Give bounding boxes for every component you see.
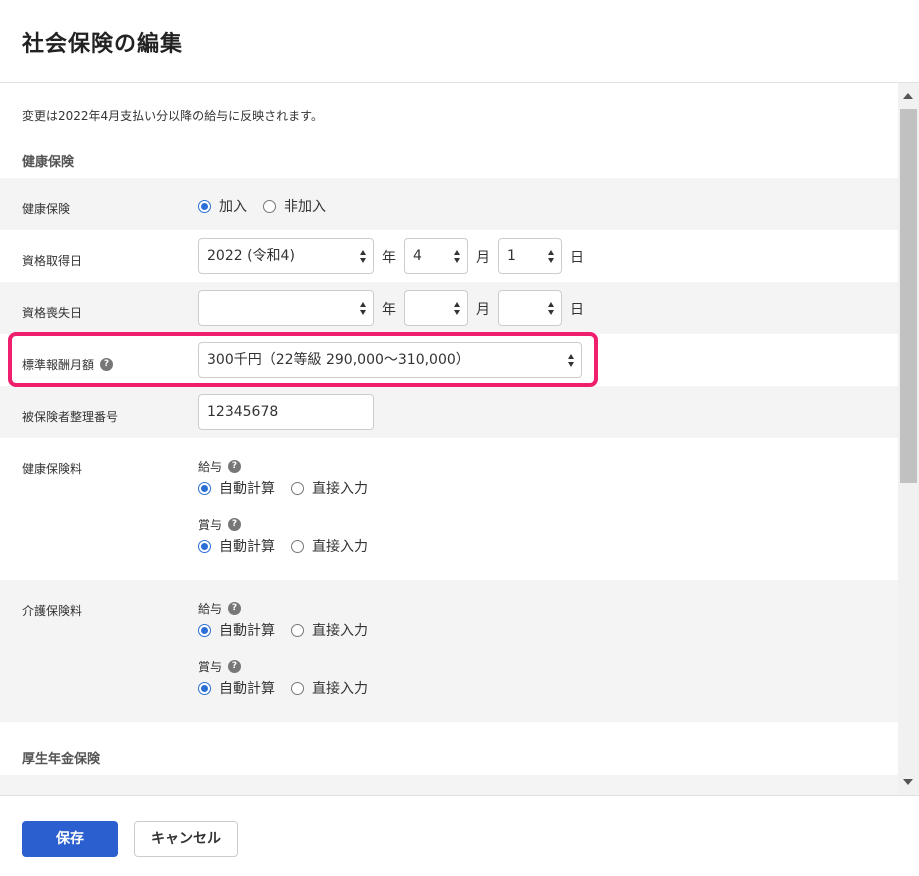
- scroll-up-icon[interactable]: [903, 93, 913, 99]
- select-arrows-icon: [454, 302, 461, 315]
- modal-header: 社会保険の編集: [0, 0, 919, 83]
- row-label-insured-number: 被保険者整理番号: [22, 410, 119, 424]
- radio-care-bonus-manual[interactable]: 直接入力: [291, 678, 368, 698]
- section-title-pension: 厚生年金保険: [22, 752, 101, 767]
- acquisition-year-select[interactable]: 2022 (令和4): [198, 238, 374, 274]
- radio-dot[interactable]: [291, 539, 304, 553]
- row-care-premium: 介護保険料 給与 ? 自動計算 直接入力 賞与 ? 自動計算 直接入力: [0, 580, 898, 722]
- row-label-health-premium: 健康保険料: [22, 462, 83, 476]
- row-acquisition-date: 資格取得日 2022 (令和4) 年 4 月 1 日: [0, 230, 898, 282]
- notice-text: 変更は2022年4月支払い分以降の給与に反映されます。: [22, 109, 323, 123]
- sub-label-salary: 給与 ?: [198, 458, 242, 475]
- radio-salary-manual[interactable]: 直接入力: [291, 478, 368, 498]
- select-arrows-icon: [360, 302, 367, 315]
- scrollbar-thumb[interactable]: [900, 109, 917, 483]
- radio-dot-checked[interactable]: [198, 199, 211, 213]
- unit-month: 月: [476, 302, 490, 318]
- help-icon[interactable]: ?: [228, 602, 242, 615]
- row-loss-date: 資格喪失日 年 月 日: [0, 282, 898, 334]
- row-label-acquisition-date: 資格取得日: [22, 254, 83, 268]
- sub-label-bonus: 賞与 ?: [198, 658, 242, 675]
- loss-month-select[interactable]: [404, 290, 468, 326]
- select-arrows-icon: [360, 250, 367, 263]
- select-arrows-icon: [454, 250, 461, 263]
- row-pension-partial: [0, 775, 898, 795]
- unit-year: 年: [382, 250, 396, 266]
- highlight-frame: [8, 332, 598, 387]
- radio-dot[interactable]: [291, 481, 304, 495]
- radio-care-bonus-auto[interactable]: 自動計算: [198, 678, 275, 698]
- radio-dot-checked[interactable]: [198, 539, 211, 553]
- radio-dot-checked[interactable]: [198, 481, 211, 495]
- cancel-button[interactable]: キャンセル: [134, 821, 238, 857]
- row-health-premium: 健康保険料 給与 ? 自動計算 直接入力 賞与 ? 自動計算 直接入力: [0, 438, 898, 580]
- form-scroll-area[interactable]: 変更は2022年4月支払い分以降の給与に反映されます。 健康保険 健康保険 加入…: [0, 83, 898, 795]
- radio-dot-checked[interactable]: [198, 681, 211, 695]
- row-insured-number: 被保険者整理番号 12345678: [0, 386, 898, 438]
- insured-number-input[interactable]: 12345678: [198, 394, 374, 430]
- radio-dot-checked[interactable]: [198, 623, 211, 637]
- sub-label-salary: 給与 ?: [198, 600, 242, 617]
- radio-care-salary-auto[interactable]: 自動計算: [198, 620, 275, 640]
- row-label-health-enrollment: 健康保険: [22, 202, 71, 216]
- scroll-down-icon[interactable]: [903, 779, 913, 785]
- help-icon[interactable]: ?: [228, 660, 242, 673]
- radio-enrolled[interactable]: 加入: [198, 196, 247, 216]
- row-health-enrollment: 健康保険 加入 非加入: [0, 178, 898, 230]
- unit-day: 日: [570, 302, 584, 318]
- acquisition-month-select[interactable]: 4: [404, 238, 468, 274]
- radio-bonus-manual[interactable]: 直接入力: [291, 536, 368, 556]
- radio-dot[interactable]: [291, 623, 304, 637]
- radio-care-salary-manual[interactable]: 直接入力: [291, 620, 368, 640]
- radio-not-enrolled[interactable]: 非加入: [263, 196, 326, 216]
- row-label-loss-date: 資格喪失日: [22, 306, 83, 320]
- loss-year-select[interactable]: [198, 290, 374, 326]
- loss-day-select[interactable]: [498, 290, 562, 326]
- vertical-scrollbar[interactable]: [898, 83, 919, 795]
- radio-bonus-auto[interactable]: 自動計算: [198, 536, 275, 556]
- radio-salary-auto[interactable]: 自動計算: [198, 478, 275, 498]
- help-icon[interactable]: ?: [228, 460, 242, 473]
- acquisition-day-select[interactable]: 1: [498, 238, 562, 274]
- section-title-health: 健康保険: [22, 155, 75, 170]
- modal-footer: 保存 キャンセル: [0, 795, 919, 876]
- unit-month: 月: [476, 250, 490, 266]
- unit-day: 日: [570, 250, 584, 266]
- row-label-care-premium: 介護保険料: [22, 604, 83, 618]
- sub-label-bonus: 賞与 ?: [198, 516, 242, 533]
- radio-dot[interactable]: [291, 681, 304, 695]
- select-arrows-icon: [548, 250, 555, 263]
- unit-year: 年: [382, 302, 396, 318]
- modal-title: 社会保険の編集: [22, 32, 184, 57]
- help-icon[interactable]: ?: [228, 518, 242, 531]
- radio-dot[interactable]: [263, 199, 276, 213]
- select-arrows-icon: [548, 302, 555, 315]
- save-button[interactable]: 保存: [22, 821, 118, 857]
